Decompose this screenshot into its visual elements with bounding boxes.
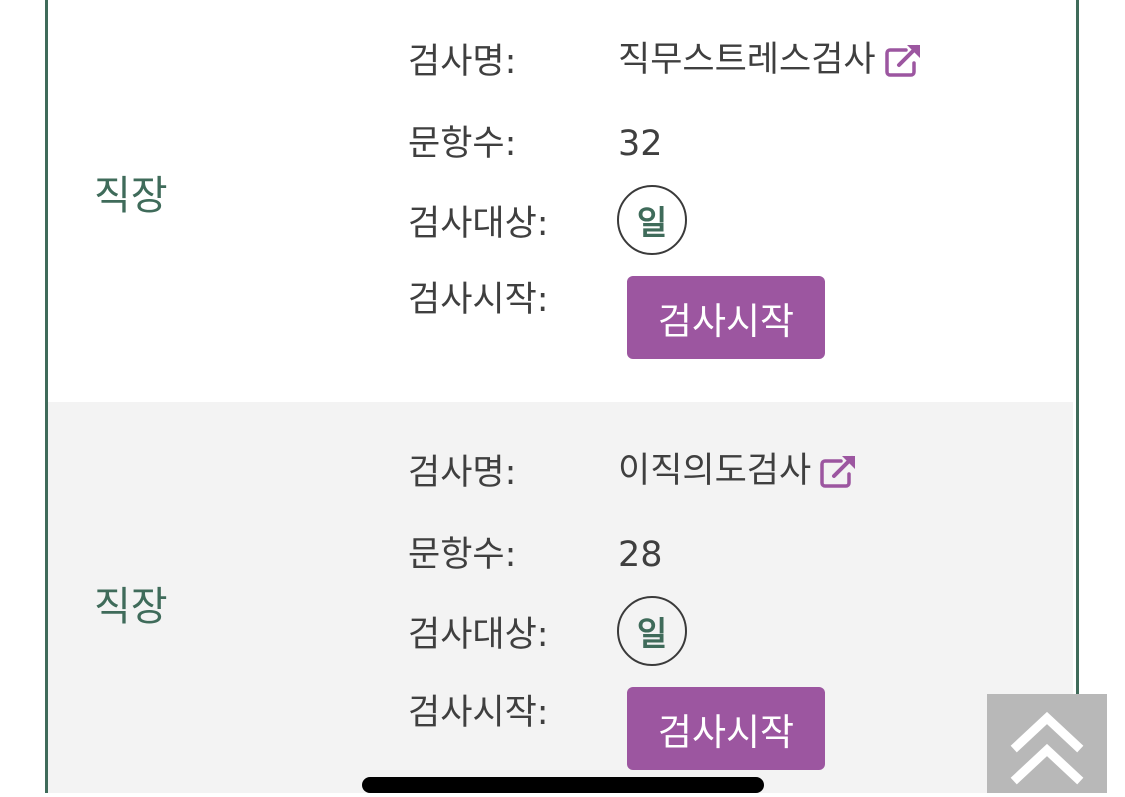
question-count-value: 32 [618, 124, 663, 164]
question-count-label: 문항수: [408, 535, 517, 575]
start-test-button[interactable]: 검사시작 [627, 276, 825, 359]
double-chevron-up-icon [1007, 694, 1087, 797]
test-start-label: 검사시작: [408, 280, 549, 320]
question-count-label: 문항수: [408, 124, 517, 164]
test-name-link[interactable]: 이직의도검사 [618, 453, 859, 489]
external-link-icon [884, 42, 924, 78]
test-category: 직장 [94, 173, 168, 219]
home-indicator [362, 777, 764, 793]
scroll-to-top-button[interactable] [987, 694, 1107, 793]
target-badge: 일 [617, 596, 687, 666]
test-name-text: 이직의도검사 [618, 450, 812, 491]
question-count-value: 28 [618, 535, 663, 575]
test-name-label: 검사명: [408, 42, 517, 82]
test-name-link[interactable]: 직무스트레스검사 [618, 42, 924, 78]
test-target-label: 검사대상: [408, 204, 549, 244]
test-target-label: 검사대상: [408, 615, 549, 655]
test-name-text: 직무스트레스검사 [618, 39, 876, 80]
test-name-label: 검사명: [408, 453, 517, 493]
test-start-label: 검사시작: [408, 693, 549, 733]
test-row: 직장 검사명: 직무스트레스검사 문항수: 32 검사대상: 일 검사시작: 검… [48, 0, 1073, 402]
external-link-icon [819, 453, 859, 489]
start-test-button[interactable]: 검사시작 [627, 687, 825, 770]
test-category: 직장 [94, 584, 168, 630]
target-badge: 일 [617, 185, 687, 255]
test-row: 직장 검사명: 이직의도검사 문항수: 28 검사대상: 일 검사시작: 검사시… [48, 402, 1073, 793]
